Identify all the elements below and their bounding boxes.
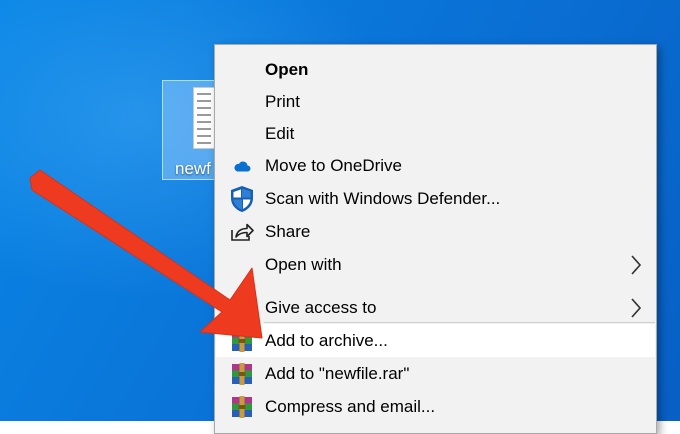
menu-item-label: Add to "newfile.rar"	[265, 363, 410, 383]
onedrive-cloud-icon	[229, 153, 255, 179]
menu-item-label: Open with	[265, 254, 342, 274]
winrar-icon	[229, 361, 255, 387]
menu-item-label: Give access to	[265, 297, 377, 317]
chevron-right-icon	[631, 297, 642, 318]
menu-item-label: Open	[265, 59, 309, 79]
menu-item-move-to-onedrive[interactable]: Move to OneDrive	[216, 149, 655, 182]
text-document-icon	[193, 87, 215, 149]
menu-item-edit[interactable]: Edit	[216, 117, 655, 150]
menu-item-print[interactable]: Print	[216, 85, 655, 118]
windows-defender-shield-icon	[229, 185, 255, 212]
menu-item-label: Move to OneDrive	[265, 155, 402, 175]
menu-item-scan-defender[interactable]: Scan with Windows Defender...	[216, 182, 655, 215]
menu-item-open-with[interactable]: Open with	[216, 248, 655, 281]
file-name-label: newf	[175, 159, 211, 178]
winrar-icon	[229, 328, 255, 354]
menu-item-label: Scan with Windows Defender...	[265, 188, 501, 208]
menu-item-label: Print	[265, 91, 300, 111]
menu-item-label: Edit	[265, 123, 295, 143]
menu-item-compress-and-email[interactable]: Compress and email...	[216, 390, 655, 423]
chevron-right-icon	[631, 254, 642, 275]
menu-item-label: Compress and email...	[265, 396, 436, 416]
share-icon	[229, 219, 255, 245]
context-menu: Open Print Edit Move to OneDrive Scan wi…	[214, 44, 657, 434]
menu-item-share[interactable]: Share	[216, 215, 655, 248]
menu-item-add-to-archive[interactable]: Add to archive...	[216, 324, 655, 357]
menu-item-open[interactable]: Open	[216, 53, 655, 86]
menu-item-label: Add to archive...	[265, 330, 388, 350]
winrar-icon	[229, 394, 255, 420]
menu-item-add-to-newfile-rar[interactable]: Add to "newfile.rar"	[216, 357, 655, 390]
menu-item-give-access-to[interactable]: Give access to	[216, 291, 655, 324]
menu-item-label: Share	[265, 221, 311, 241]
selected-file-icon[interactable]: newf	[162, 80, 216, 180]
